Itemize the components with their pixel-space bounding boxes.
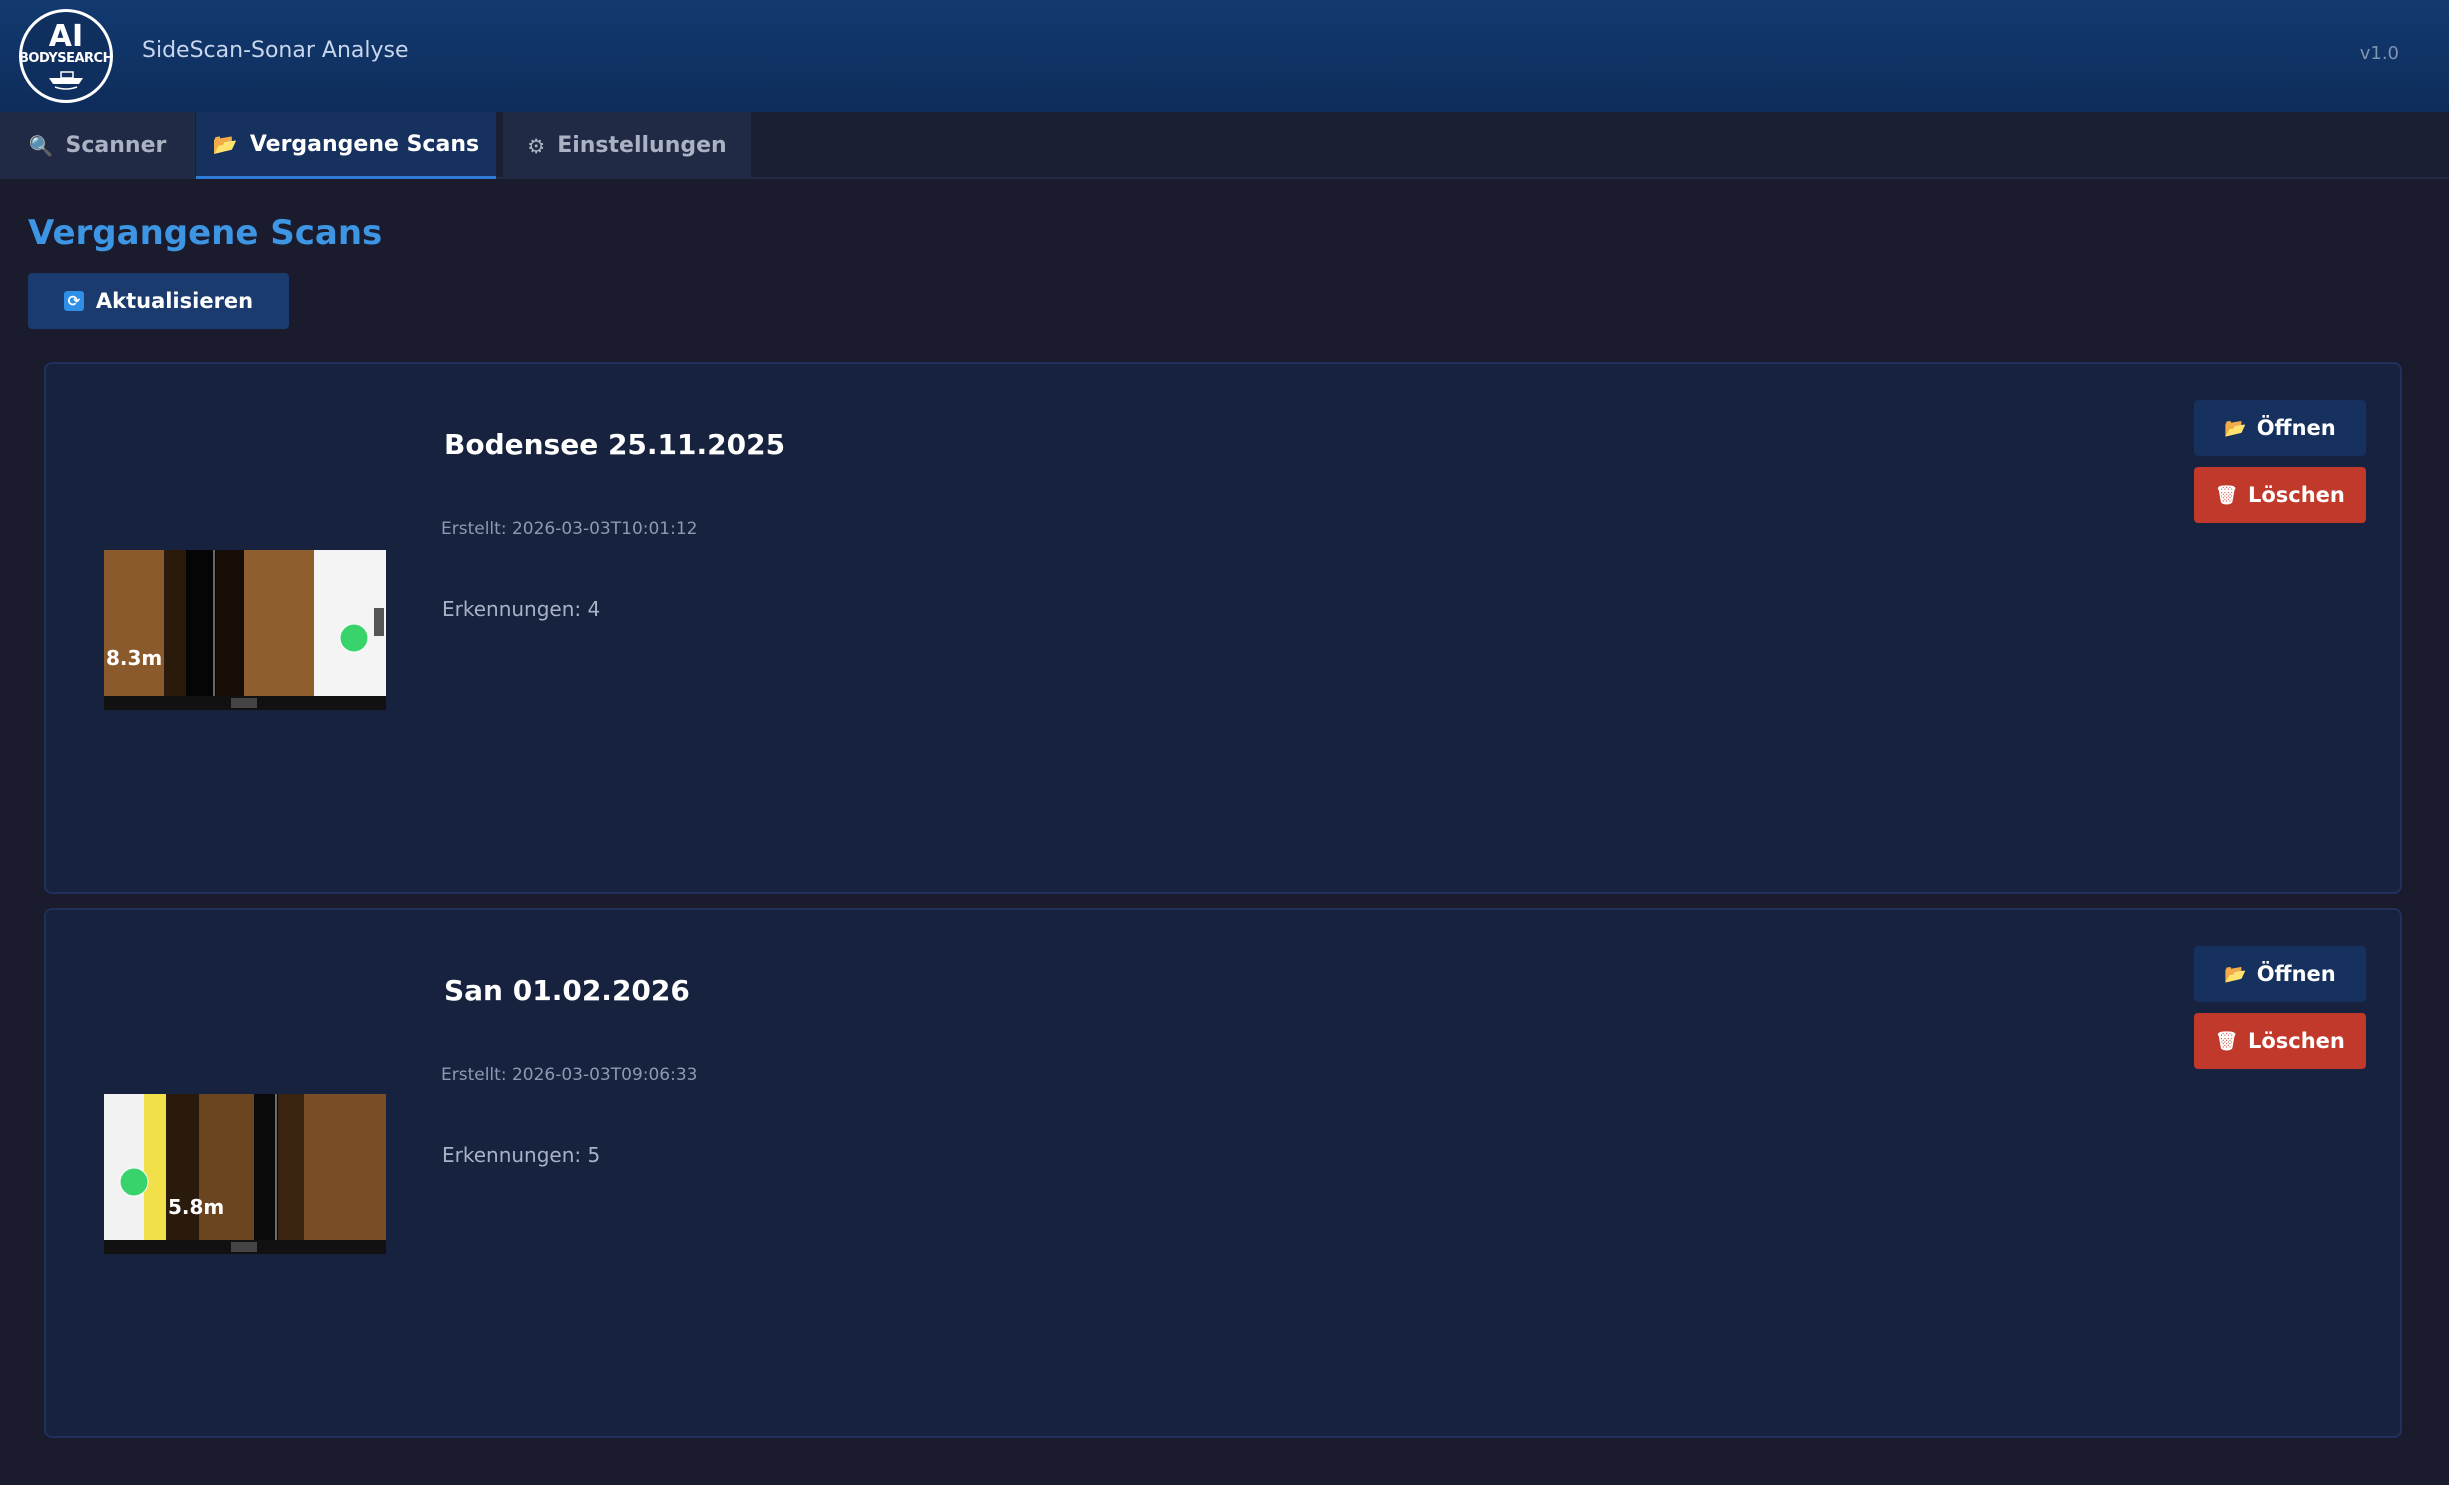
gear-icon: ⚙ (527, 133, 546, 158)
trash-icon: 🗑 (2215, 1030, 2238, 1052)
scan-card: 5.8m San 01.02.2026 Erstellt: 2026-03-03… (44, 908, 2402, 1438)
tab-past-scans-label: Vergangene Scans (249, 131, 480, 157)
tab-settings[interactable]: ⚙ Einstellungen (503, 112, 751, 179)
open-button[interactable]: 📂 Öffnen (2194, 946, 2366, 1002)
refresh-icon: ⟳ (63, 291, 84, 311)
tab-settings-label: Einstellungen (557, 133, 727, 158)
scan-created: Erstellt: 2026-03-03T09:06:33 (441, 1065, 698, 1085)
delete-button-label: Löschen (2247, 483, 2345, 507)
page-title: Vergangene Scans (28, 213, 383, 253)
open-button-label: Öffnen (2256, 962, 2336, 986)
open-button[interactable]: 📂 Öffnen (2194, 400, 2366, 456)
trash-icon: 🗑 (2215, 484, 2238, 506)
tab-scanner-label: Scanner (65, 133, 167, 158)
scan-detections: Erkennungen: 5 (442, 1143, 601, 1167)
folder-icon: 📂 (2224, 417, 2247, 439)
scan-name: Bodensee 25.11.2025 (444, 428, 786, 461)
thumb-depth-label: 8.3m (106, 646, 162, 670)
tab-past-scans[interactable]: 📂 Vergangene Scans (196, 112, 496, 179)
open-button-label: Öffnen (2256, 416, 2336, 440)
scan-card: 8.3m Bodensee 25.11.2025 Erstellt: 2026-… (44, 362, 2402, 894)
delete-button[interactable]: 🗑 Löschen (2194, 1013, 2366, 1069)
scan-created: Erstellt: 2026-03-03T10:01:12 (441, 519, 698, 539)
thumb-depth-label: 5.8m (168, 1195, 224, 1219)
boat-icon (49, 70, 83, 90)
scan-thumbnail[interactable]: 8.3m (104, 550, 386, 710)
folder-icon: 📂 (2224, 963, 2247, 985)
app-header: AI BODYSEARCH SideScan-Sonar Analyse v1.… (0, 0, 2449, 112)
delete-button-label: Löschen (2247, 1029, 2345, 1053)
logo-text-bodysearch: BODYSEARCH (19, 50, 113, 66)
scan-name: San 01.02.2026 (444, 974, 690, 1007)
refresh-button[interactable]: ⟳ Aktualisieren (28, 273, 289, 329)
tab-scanner[interactable]: 🔍 Scanner (0, 112, 195, 179)
refresh-button-label: Aktualisieren (95, 289, 254, 313)
version-label: v1.0 (2359, 43, 2399, 64)
app-title: SideScan-Sonar Analyse (142, 38, 409, 63)
delete-button[interactable]: 🗑 Löschen (2194, 467, 2366, 523)
scan-thumbnail[interactable]: 5.8m (104, 1094, 386, 1254)
tab-bar: 🔍 Scanner 📂 Vergangene Scans ⚙ Einstellu… (0, 112, 2449, 179)
magnifier-icon: 🔍 (28, 133, 54, 158)
folder-icon: 📂 (212, 132, 238, 156)
scan-detections: Erkennungen: 4 (442, 597, 601, 621)
app-logo: AI BODYSEARCH (19, 9, 113, 103)
logo-text-ai: AI (48, 18, 84, 54)
